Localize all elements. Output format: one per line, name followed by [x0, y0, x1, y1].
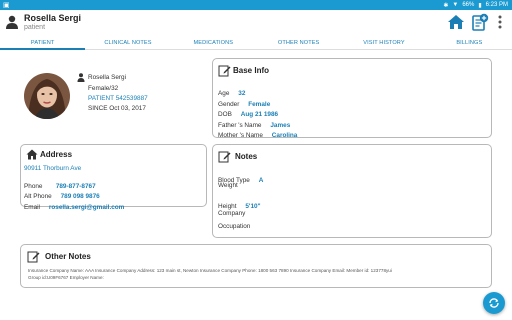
profile-name: Rosella Sergi [88, 74, 127, 81]
company-label: Company [218, 210, 246, 217]
height-value: 5'10" [245, 203, 261, 210]
battery-level: 66% [462, 2, 475, 8]
email-value[interactable]: rosella.sergi@gmail.com [49, 204, 125, 211]
tab-bar: PATIENT CLINICAL NOTES MEDICATIONS OTHER… [0, 36, 512, 50]
blood-type-value: A [258, 177, 264, 184]
user-icon [6, 15, 18, 29]
other-notes-panel: Other Notes Insurance Company Name: AAA … [20, 244, 492, 288]
bluetooth-icon: ✱ [443, 2, 449, 9]
more-options-icon[interactable] [495, 13, 505, 31]
tab-billings[interactable]: BILLINGS [427, 36, 512, 50]
base-info-panel: Base Info Age 32 Gender Female DOB Aug 2… [212, 58, 492, 139]
tab-clinical-notes[interactable]: CLINICAL NOTES [85, 36, 170, 50]
tab-visit-history[interactable]: VISIT HISTORY [341, 36, 426, 50]
patient-role: patient [24, 24, 46, 31]
email-label: Email [24, 204, 40, 211]
home-icon [26, 149, 38, 160]
edit-icon[interactable] [27, 250, 40, 263]
battery-icon: ▮ [478, 2, 482, 9]
patient-name-header: Rosella Sergi [24, 13, 82, 23]
profile-since: SINCE Oct 03, 2017 [88, 105, 146, 112]
height-label: Height [218, 203, 237, 210]
occupation-label: Occupation [218, 223, 251, 230]
other-notes-title: Other Notes [45, 252, 91, 261]
notes-title: Notes [235, 152, 258, 161]
edit-icon[interactable] [218, 64, 231, 77]
address-panel: Address 90911 Thorburn Ave Phone 789-877… [20, 144, 207, 211]
signal-icon: ▼ [452, 2, 459, 8]
address-street: 90911 Thorburn Ave [24, 165, 82, 172]
other-notes-line-2: Group id:U09F6767 Employer Name: [28, 275, 104, 280]
sync-button[interactable] [483, 292, 505, 314]
profile-gender-age: Female/32 [88, 85, 119, 92]
clock: 6:23 PM [485, 2, 508, 8]
mother-label: Mother 's Name [218, 132, 263, 139]
tab-medications[interactable]: MEDICATIONS [171, 36, 256, 50]
edit-icon[interactable] [218, 150, 231, 163]
person-icon [77, 73, 85, 82]
base-info-title: Base Info [233, 66, 270, 75]
avatar [24, 73, 70, 119]
other-notes-line-1: Insurance Company Name: AAA Insurance Co… [28, 268, 392, 273]
app-header: Rosella Sergi patient [0, 10, 512, 35]
home-icon[interactable] [447, 13, 465, 31]
notes-panel: Notes Blood Type A Weight Height 5'10" C… [212, 144, 492, 238]
profile-card: Rosella Sergi Female/32 PATIENT 54253988… [20, 68, 200, 138]
status-bar: ▣ ✱ ▼ 66% ▮ 6:23 PM [0, 0, 512, 10]
mother-value: Carolina [271, 132, 298, 139]
weight-label: Weight [218, 182, 238, 189]
tab-other-notes[interactable]: OTHER NOTES [256, 36, 341, 50]
tab-patient[interactable]: PATIENT [0, 36, 86, 50]
clipboard-add-icon[interactable] [471, 13, 489, 31]
address-title: Address [40, 150, 73, 159]
profile-patient-id: PATIENT 542539887 [88, 95, 148, 102]
sync-icon [489, 298, 499, 308]
notification-icon: ▣ [3, 2, 10, 9]
